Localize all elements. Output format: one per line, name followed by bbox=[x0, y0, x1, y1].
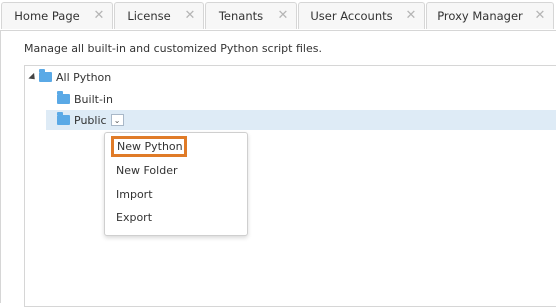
menu-item-new-python[interactable]: New Python bbox=[111, 136, 187, 157]
tab-label: Proxy Manager bbox=[437, 9, 523, 23]
tab-user-accounts[interactable]: User Accounts ✕ bbox=[298, 2, 425, 29]
tree-node-label: All Python bbox=[56, 70, 112, 84]
tree-node-label: Public bbox=[74, 113, 107, 127]
folder-icon bbox=[39, 69, 52, 82]
menu-item-import[interactable]: Import bbox=[116, 185, 153, 203]
close-icon[interactable]: ✕ bbox=[404, 9, 418, 23]
tab-tenants[interactable]: Tenants ✕ bbox=[205, 2, 297, 29]
chevron-down-icon[interactable]: ⌄ bbox=[110, 114, 124, 126]
close-icon[interactable]: ✕ bbox=[276, 9, 290, 23]
tree-node-built-in[interactable]: Built-in bbox=[57, 89, 113, 109]
tab-license[interactable]: License ✕ bbox=[114, 2, 204, 29]
close-icon[interactable]: ✕ bbox=[183, 9, 197, 23]
close-icon[interactable]: ✕ bbox=[92, 9, 106, 23]
tree-node-public[interactable]: Public ⌄ bbox=[46, 110, 556, 130]
tab-bar: Home Page ✕ License ✕ Tenants ✕ User Acc… bbox=[0, 0, 556, 31]
context-menu: New Python New Folder Import Export bbox=[104, 132, 248, 236]
page-description: Manage all built-in and customized Pytho… bbox=[24, 42, 322, 55]
tab-label: User Accounts bbox=[310, 9, 393, 23]
tree-node-label: Built-in bbox=[74, 92, 113, 106]
tab-home-page[interactable]: Home Page ✕ bbox=[1, 2, 113, 29]
expand-triangle-icon[interactable] bbox=[28, 72, 38, 82]
content-panel: Manage all built-in and customized Pytho… bbox=[0, 30, 556, 307]
folder-icon bbox=[57, 112, 70, 125]
tab-proxy-manager[interactable]: Proxy Manager ✕ bbox=[426, 2, 554, 29]
menu-item-export[interactable]: Export bbox=[116, 208, 152, 226]
tree-node-all-python[interactable]: All Python bbox=[28, 67, 112, 87]
tab-label: Tenants bbox=[218, 9, 264, 23]
tab-label: Home Page bbox=[14, 9, 80, 23]
close-icon[interactable]: ✕ bbox=[533, 9, 547, 23]
tab-label: License bbox=[127, 9, 171, 23]
menu-item-new-folder[interactable]: New Folder bbox=[116, 161, 177, 179]
folder-icon bbox=[57, 91, 70, 104]
